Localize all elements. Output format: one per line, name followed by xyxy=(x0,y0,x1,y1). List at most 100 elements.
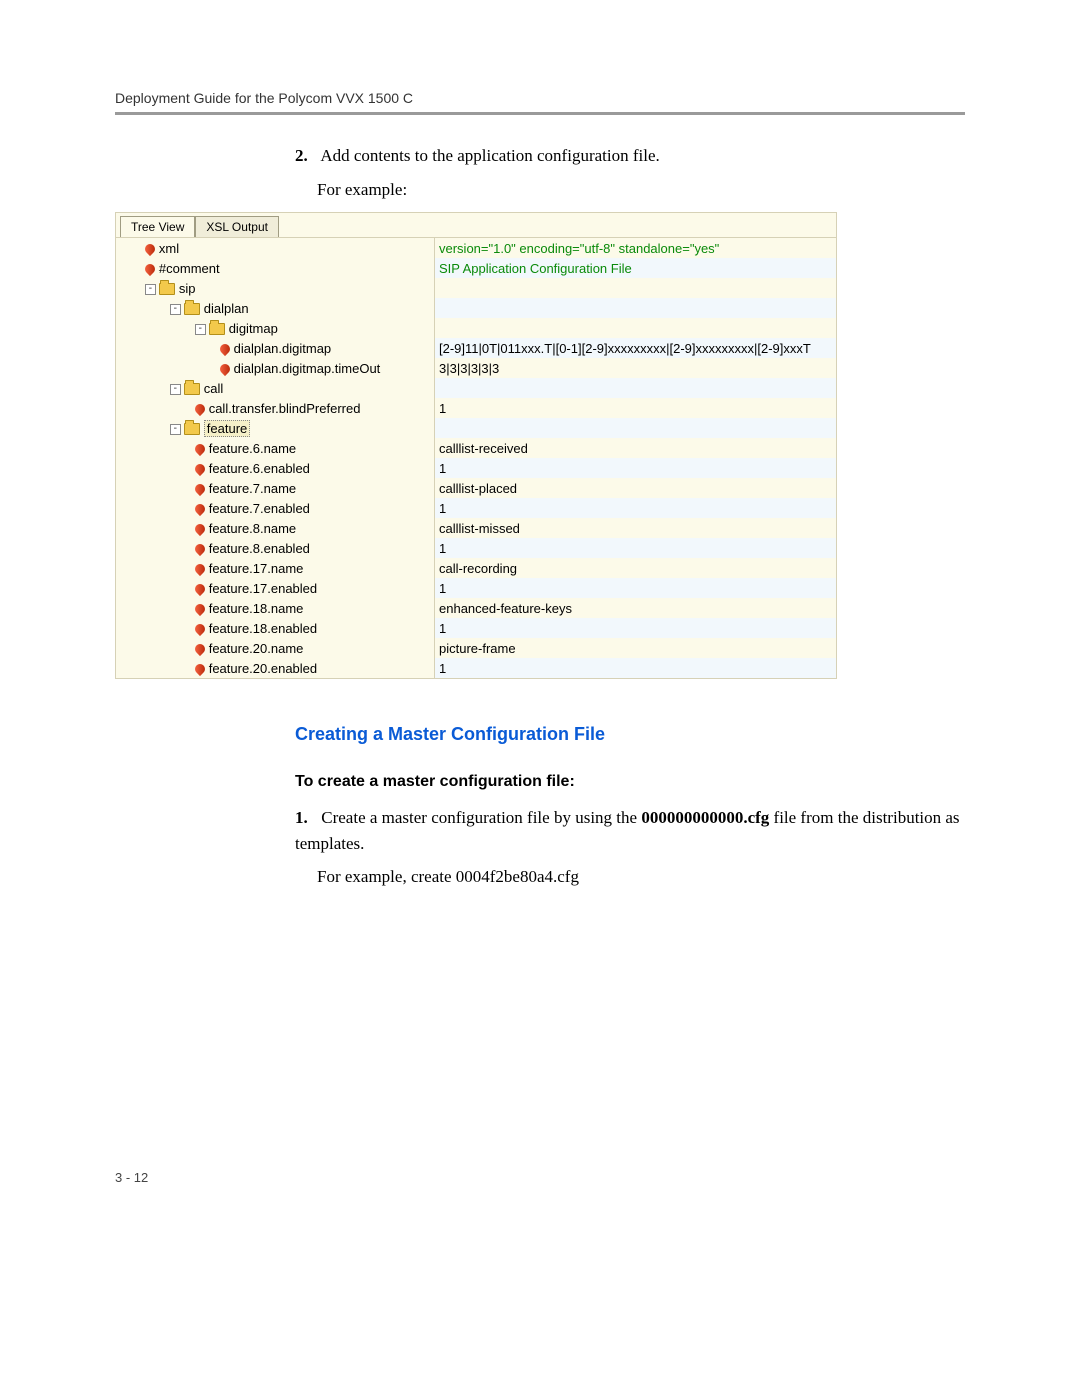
folder-icon xyxy=(209,323,225,335)
tree-key-cell[interactable]: feature.17.enabled xyxy=(116,578,435,598)
tree-key-cell[interactable]: dialplan.digitmap xyxy=(116,338,435,358)
tree-key-cell[interactable]: feature.8.name xyxy=(116,518,435,538)
step-example: For example, create 0004f2be80a4.cfg xyxy=(317,864,965,890)
tree-node-label: digitmap xyxy=(229,321,278,336)
step-number: 2. xyxy=(295,143,317,169)
tree-node-label: #comment xyxy=(159,261,220,276)
expander-icon[interactable]: - xyxy=(170,384,181,395)
leaf-icon xyxy=(218,362,232,376)
page-number: 3 - 12 xyxy=(115,1170,965,1185)
tree-key-cell[interactable]: xml xyxy=(116,238,435,258)
tree-row[interactable]: call.transfer.blindPreferred1 xyxy=(116,398,836,418)
tree-row[interactable]: feature.6.enabled1 xyxy=(116,458,836,478)
leaf-icon xyxy=(193,582,207,596)
tree-row[interactable]: feature.17.enabled1 xyxy=(116,578,836,598)
step-text-a: Create a master configuration file by us… xyxy=(321,808,641,827)
leaf-icon xyxy=(193,662,207,676)
tree-row[interactable]: - call xyxy=(116,378,836,398)
tree-key-cell[interactable]: feature.6.name xyxy=(116,438,435,458)
tree-row[interactable]: - sip xyxy=(116,278,836,298)
tree-key-cell[interactable]: feature.17.name xyxy=(116,558,435,578)
tree-row[interactable]: #comment SIP Application Configuration Fi… xyxy=(116,258,836,278)
step-example-label: For example: xyxy=(317,177,965,203)
tree-row[interactable]: dialplan.digitmap.timeOut3|3|3|3|3|3 xyxy=(116,358,836,378)
tree-row[interactable]: feature.18.enabled1 xyxy=(116,618,836,638)
leaf-icon xyxy=(193,622,207,636)
folder-icon xyxy=(184,383,200,395)
tree-row[interactable]: feature.8.namecalllist-missed xyxy=(116,518,836,538)
step-1b: 1. Create a master configuration file by… xyxy=(295,805,965,890)
tree-key-cell[interactable]: feature.6.enabled xyxy=(116,458,435,478)
tab-xsl-output[interactable]: XSL Output xyxy=(195,216,279,237)
tree-key-cell[interactable]: - feature xyxy=(116,418,435,438)
tab-tree-view[interactable]: Tree View xyxy=(120,216,195,237)
tree-key-cell[interactable]: -dialplan xyxy=(116,298,435,318)
tree-value-cell: 1 xyxy=(435,578,837,598)
tree-key-cell[interactable]: - call xyxy=(116,378,435,398)
tree-key-cell[interactable]: dialplan.digitmap.timeOut xyxy=(116,358,435,378)
tree-value-cell: 1 xyxy=(435,498,837,518)
tree-node-label: sip xyxy=(179,281,196,296)
tree-table: xmlversion="1.0" encoding="utf-8" standa… xyxy=(116,238,836,678)
tree-row[interactable]: - digitmap xyxy=(116,318,836,338)
sub-heading: To create a master configuration file: xyxy=(295,773,965,791)
tree-row[interactable]: - feature xyxy=(116,418,836,438)
tree-row[interactable]: feature.7.namecalllist-placed xyxy=(116,478,836,498)
tree-key-cell[interactable]: feature.18.enabled xyxy=(116,618,435,638)
leaf-icon xyxy=(193,562,207,576)
tree-value-cell: 1 xyxy=(435,538,837,558)
leaf-icon xyxy=(193,502,207,516)
tree-value-cell: 3|3|3|3|3|3 xyxy=(435,358,837,378)
tree-value-cell xyxy=(435,378,837,398)
leaf-icon xyxy=(143,242,157,256)
tree-value-cell: picture-frame xyxy=(435,638,837,658)
tree-value-cell xyxy=(435,278,837,298)
tree-row[interactable]: -dialplan xyxy=(116,298,836,318)
tree-key-cell[interactable]: feature.20.name xyxy=(116,638,435,658)
tree-key-cell[interactable]: feature.7.name xyxy=(116,478,435,498)
tree-row[interactable]: feature.8.enabled 1 xyxy=(116,538,836,558)
tree-key-cell[interactable]: feature.8.enabled xyxy=(116,538,435,558)
tree-value-cell xyxy=(435,298,837,318)
expander-icon[interactable]: - xyxy=(170,304,181,315)
tree-node-label: call xyxy=(204,381,224,396)
tree-value-cell: calllist-received xyxy=(435,438,837,458)
tree-key-cell[interactable]: - digitmap xyxy=(116,318,435,338)
leaf-icon xyxy=(193,482,207,496)
tree-value-cell: calllist-missed xyxy=(435,518,837,538)
running-header: Deployment Guide for the Polycom VVX 150… xyxy=(115,90,965,106)
tree-key-cell[interactable]: feature.18.name xyxy=(116,598,435,618)
tree-value-cell: enhanced-feature-keys xyxy=(435,598,837,618)
tree-key-cell[interactable]: feature.20.enabled xyxy=(116,658,435,678)
tree-row[interactable]: xmlversion="1.0" encoding="utf-8" standa… xyxy=(116,238,836,258)
tree-row[interactable]: feature.20.namepicture-frame xyxy=(116,638,836,658)
tree-key-cell[interactable]: call.transfer.blindPreferred xyxy=(116,398,435,418)
tree-value-cell: calllist-placed xyxy=(435,478,837,498)
tree-key-cell[interactable]: - sip xyxy=(116,278,435,298)
tree-row[interactable]: feature.18.name enhanced-feature-keys xyxy=(116,598,836,618)
tree-key-cell[interactable]: feature.7.enabled xyxy=(116,498,435,518)
tree-value-cell xyxy=(435,318,837,338)
step-text: Add contents to the application configur… xyxy=(320,146,659,165)
tree-value-cell: SIP Application Configuration File xyxy=(435,258,837,278)
tree-row[interactable]: feature.17.namecall-recording xyxy=(116,558,836,578)
tree-row[interactable]: feature.7.enabled1 xyxy=(116,498,836,518)
tree-node-label: call.transfer.blindPreferred xyxy=(209,401,361,416)
leaf-icon xyxy=(193,642,207,656)
expander-icon[interactable]: - xyxy=(170,424,181,435)
expander-icon[interactable]: - xyxy=(145,284,156,295)
expander-icon[interactable]: - xyxy=(195,324,206,335)
tree-node-label: feature.8.enabled xyxy=(209,541,310,556)
tree-row[interactable]: feature.20.enabled1 xyxy=(116,658,836,678)
page: Deployment Guide for the Polycom VVX 150… xyxy=(0,0,1080,1245)
tree-node-label: feature.18.name xyxy=(209,601,304,616)
tree-node-label: feature.20.enabled xyxy=(209,661,317,676)
tab-row: Tree ViewXSL Output xyxy=(116,213,836,238)
tree-key-cell[interactable]: #comment xyxy=(116,258,435,278)
tree-node-label: feature xyxy=(204,420,250,437)
leaf-icon xyxy=(193,602,207,616)
tree-row[interactable]: feature.6.namecalllist-received xyxy=(116,438,836,458)
tree-node-label: feature.17.name xyxy=(209,561,304,576)
tree-row[interactable]: dialplan.digitmap[2-9]11|0T|011xxx.T|[0-… xyxy=(116,338,836,358)
leaf-icon xyxy=(193,542,207,556)
